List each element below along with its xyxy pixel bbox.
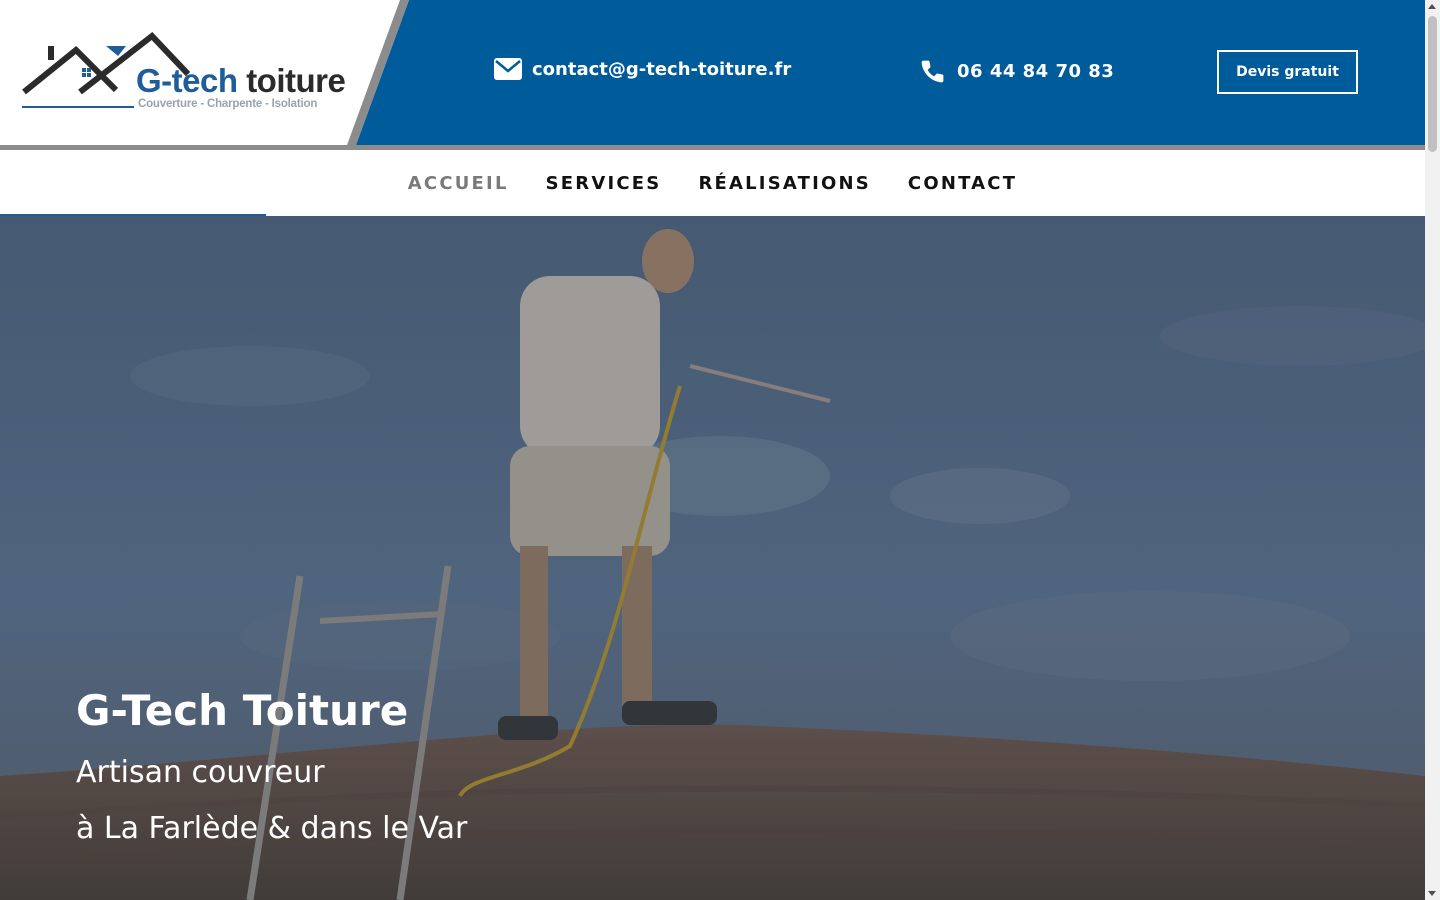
site-logo[interactable]: G-tech toiture Couverture - Charpente - … — [20, 30, 360, 115]
header-email-text: contact@g-tech-toiture.fr — [532, 58, 792, 80]
logo-brand-part2: toiture — [246, 62, 346, 99]
nav-item-contact[interactable]: CONTACT — [908, 173, 1017, 194]
logo-wordmark: G-tech toiture — [136, 62, 346, 100]
page-scrollbar[interactable] — [1425, 0, 1440, 900]
envelope-icon — [494, 58, 522, 80]
header-phone-link[interactable]: 06 44 84 70 83 — [918, 57, 1114, 86]
nav-item-realisations[interactable]: RÉALISATIONS — [698, 173, 870, 194]
free-quote-button[interactable]: Devis gratuit — [1217, 50, 1358, 94]
main-navigation: ACCUEIL SERVICES RÉALISATIONS CONTACT — [0, 150, 1425, 216]
logo-tagline: Couverture - Charpente - Isolation — [138, 98, 318, 110]
hero-section: G-Tech Toiture Artisan couvreur à La Far… — [0, 216, 1425, 900]
header-email-link[interactable]: contact@g-tech-toiture.fr — [494, 58, 791, 80]
scrollbar-thumb[interactable] — [1428, 16, 1437, 152]
logo-underline — [22, 106, 134, 108]
header-phone-text: 06 44 84 70 83 — [957, 61, 1115, 82]
hero-subtitle-line1: Artisan couvreur — [76, 755, 325, 790]
logo-brand-part1: G-tech — [136, 62, 238, 99]
phone-icon — [921, 60, 944, 83]
hero-title: G-Tech Toiture — [76, 686, 409, 735]
nav-item-accueil[interactable]: ACCUEIL — [408, 173, 509, 194]
site-header: G-tech toiture Couverture - Charpente - … — [0, 0, 1425, 150]
scroll-down-arrow-icon[interactable] — [1428, 891, 1436, 896]
hero-text-block: G-Tech Toiture Artisan couvreur à La Far… — [76, 686, 467, 848]
nav-item-services[interactable]: SERVICES — [546, 173, 662, 194]
scroll-up-arrow-icon[interactable] — [1428, 4, 1436, 9]
hero-subtitle-line2: à La Farlède & dans le Var — [76, 811, 468, 846]
